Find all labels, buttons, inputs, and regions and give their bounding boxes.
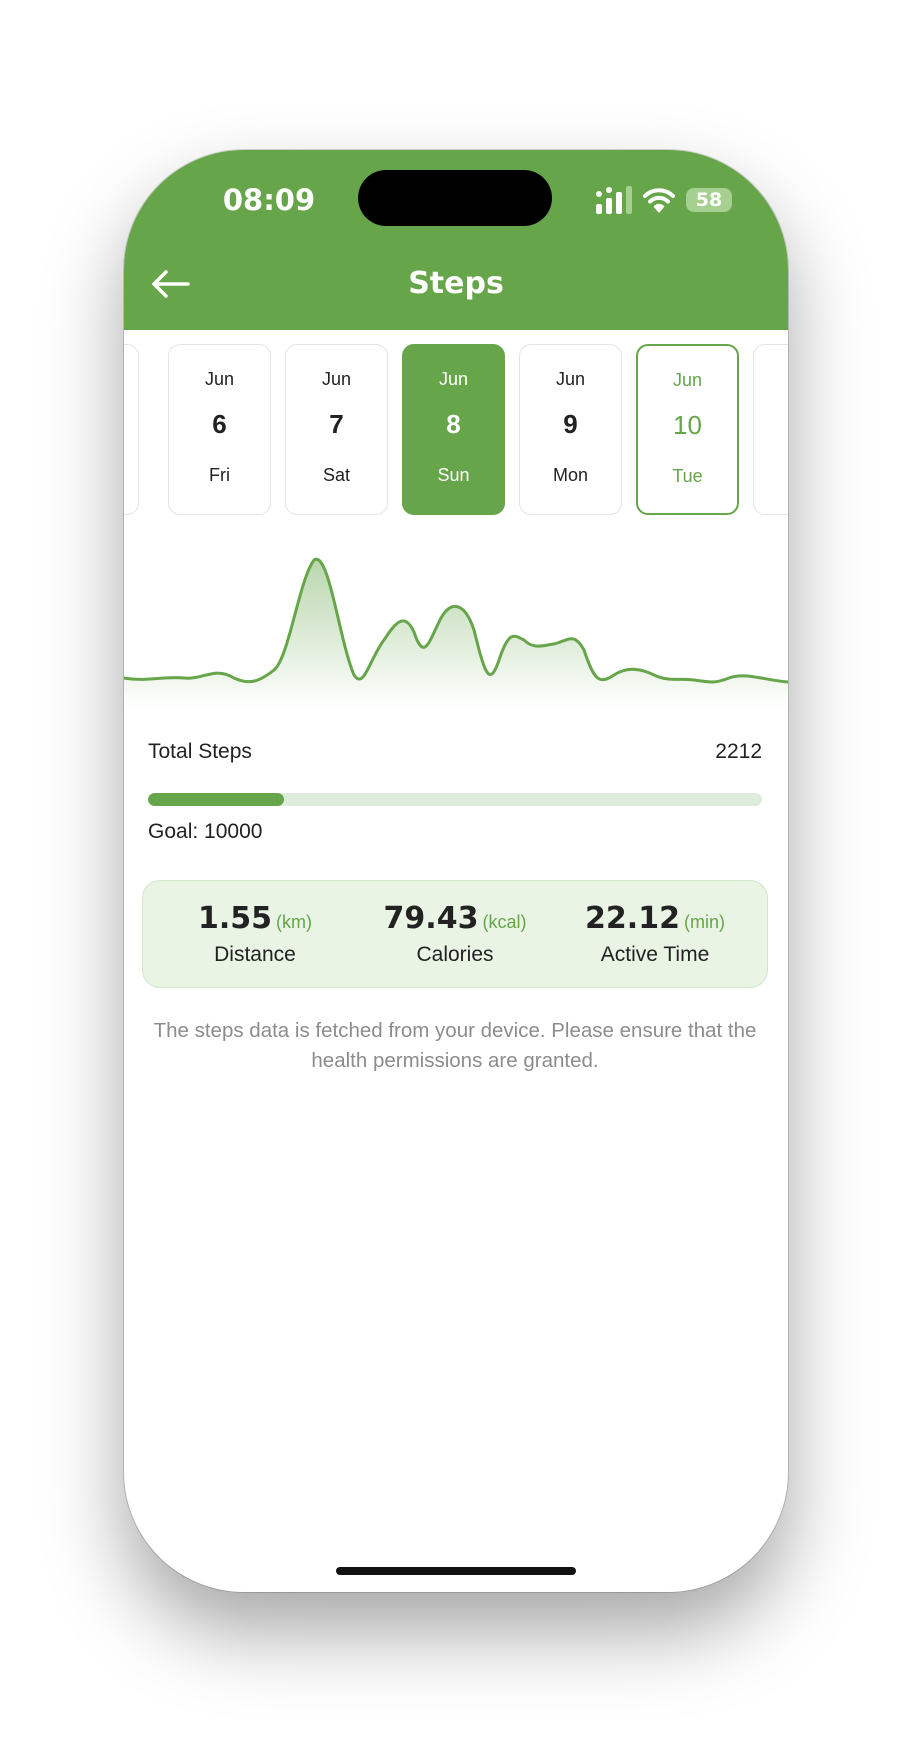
stat-unit: (km) bbox=[276, 912, 312, 932]
steps-goal: Goal: 10000 bbox=[148, 820, 263, 843]
stat-calories: 79.43 (kcal) Calories bbox=[355, 881, 555, 989]
date-day: 8 bbox=[446, 409, 461, 439]
stat-value: 1.55 bbox=[197, 901, 273, 936]
phone-screen: 08:09 58 Steps Jun 6 Fri Jun 7 Sat Jun 8… bbox=[124, 150, 788, 1592]
steps-progress-bar bbox=[148, 793, 762, 806]
home-indicator[interactable] bbox=[336, 1567, 576, 1575]
date-weekday: Tue bbox=[672, 466, 703, 486]
signal-icon bbox=[596, 186, 632, 214]
stat-unit: (kcal) bbox=[482, 912, 527, 932]
date-day: 10 bbox=[673, 410, 702, 440]
status-icons: 58 bbox=[594, 180, 764, 220]
wifi-icon bbox=[643, 188, 675, 213]
stats-card: 1.55 (km) Distance 79.43 (kcal) Calories 2… bbox=[142, 880, 768, 988]
date-month: Jun bbox=[672, 370, 703, 390]
total-steps-row: Total Steps 2212 bbox=[148, 740, 762, 774]
date-day: 7 bbox=[329, 409, 344, 439]
date-month: Jun bbox=[555, 369, 586, 389]
stat-value-line: 22.12 (min) bbox=[555, 901, 755, 936]
stat-active-time: 22.12 (min) Active Time bbox=[555, 881, 755, 989]
total-steps-label: Total Steps bbox=[148, 740, 252, 763]
stat-value-line: 1.55 (km) bbox=[155, 901, 355, 936]
date-day: 9 bbox=[563, 409, 578, 439]
permissions-note: The steps data is fetched from your devi… bbox=[153, 1019, 757, 1072]
chart-area bbox=[124, 559, 788, 710]
date-selector: Jun 6 Fri Jun 7 Sat Jun 8 Sun Jun 9 Mon … bbox=[124, 344, 788, 519]
steps-activity-chart bbox=[124, 557, 788, 710]
date-weekday: Sat bbox=[322, 465, 351, 485]
page-title: Steps bbox=[408, 266, 504, 301]
date-card-today[interactable]: Jun 10 Tue bbox=[636, 344, 739, 515]
steps-progress-fill bbox=[148, 793, 284, 806]
date-card[interactable] bbox=[753, 344, 788, 515]
total-steps-value: 2212 bbox=[715, 740, 762, 763]
date-weekday: Fri bbox=[209, 465, 230, 485]
app-header: 08:09 58 Steps bbox=[124, 150, 788, 330]
date-card[interactable]: Jun 7 Sat bbox=[285, 344, 388, 515]
date-card[interactable]: Jun 9 Mon bbox=[519, 344, 622, 515]
date-month: Jun bbox=[321, 369, 352, 389]
stat-label: Distance bbox=[214, 943, 296, 966]
stat-unit: (min) bbox=[683, 912, 725, 932]
stat-label: Active Time bbox=[600, 943, 710, 966]
dynamic-island bbox=[358, 170, 552, 226]
stat-value-line: 79.43 (kcal) bbox=[355, 901, 555, 936]
stat-label: Calories bbox=[416, 943, 494, 966]
status-time: 08:09 bbox=[222, 183, 316, 217]
stat-value: 22.12 bbox=[585, 901, 680, 936]
date-weekday: Mon bbox=[552, 465, 588, 485]
battery-indicator: 58 bbox=[686, 188, 732, 212]
date-month: Jun bbox=[204, 369, 235, 389]
stat-value: 79.43 bbox=[383, 901, 479, 936]
date-weekday: Sun bbox=[437, 465, 470, 485]
date-month: Jun bbox=[438, 369, 469, 389]
date-card[interactable] bbox=[124, 344, 139, 515]
date-card[interactable]: Jun 6 Fri bbox=[168, 344, 271, 515]
stat-distance: 1.55 (km) Distance bbox=[155, 881, 355, 989]
date-card-selected[interactable]: Jun 8 Sun bbox=[402, 344, 505, 515]
date-day: 6 bbox=[212, 409, 227, 439]
